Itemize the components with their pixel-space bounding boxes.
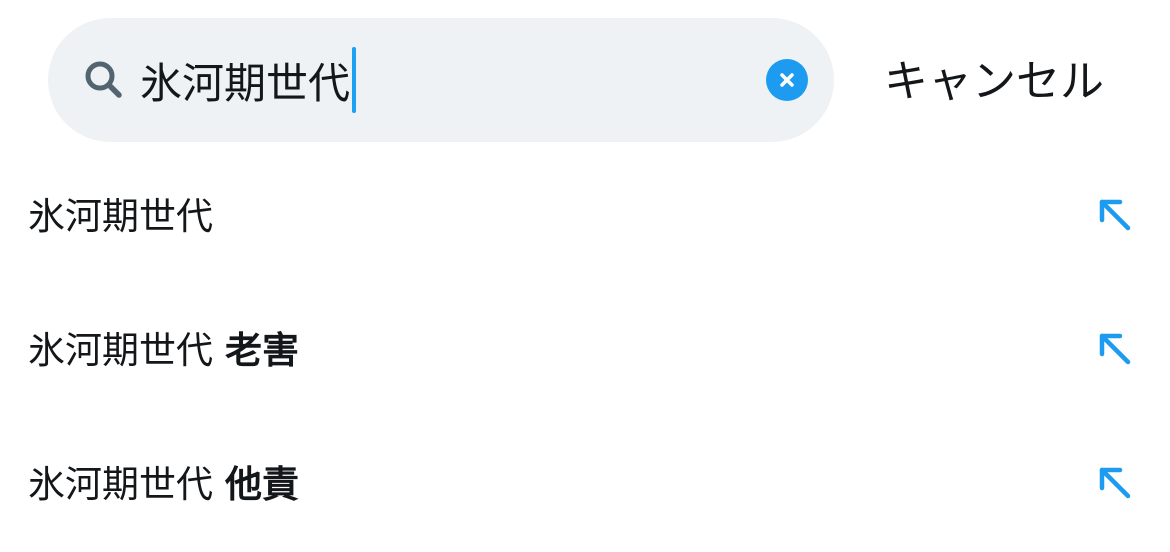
- clear-search-button[interactable]: [766, 59, 808, 101]
- search-icon: [80, 56, 128, 104]
- fill-query-arrow-icon[interactable]: [1094, 194, 1134, 234]
- suggestion-item[interactable]: 氷河期世代 老害: [0, 284, 1170, 418]
- text-caret: [352, 47, 357, 113]
- suggestion-base-text: 氷河期世代: [28, 195, 213, 238]
- suggestion-text: 氷河期世代: [28, 192, 225, 242]
- suggestion-base-text: 氷河期世代: [28, 329, 213, 372]
- cancel-button[interactable]: キャンセル: [884, 50, 1104, 114]
- search-query-field[interactable]: 氷河期世代: [140, 47, 357, 113]
- clear-x-icon: [780, 73, 794, 87]
- suggestion-item[interactable]: 氷河期世代: [0, 150, 1170, 284]
- suggestion-list: 氷河期世代 氷河期世代 老害 氷河期世代 他責: [0, 150, 1170, 552]
- fill-query-arrow-icon[interactable]: [1094, 462, 1134, 502]
- search-header: 氷河期世代 キャンセル: [0, 0, 1170, 165]
- search-query-text: 氷河期世代: [140, 58, 351, 108]
- suggestion-item[interactable]: 氷河期世代 他責: [0, 418, 1170, 552]
- fill-query-arrow-icon[interactable]: [1094, 328, 1134, 368]
- suggestion-base-text: 氷河期世代: [28, 463, 213, 506]
- suggestion-extra-text: 他責: [225, 463, 299, 506]
- suggestion-text: 氷河期世代 他責: [28, 460, 299, 510]
- suggestion-extra-text: 老害: [225, 329, 299, 372]
- suggestion-text: 氷河期世代 老害: [28, 326, 299, 376]
